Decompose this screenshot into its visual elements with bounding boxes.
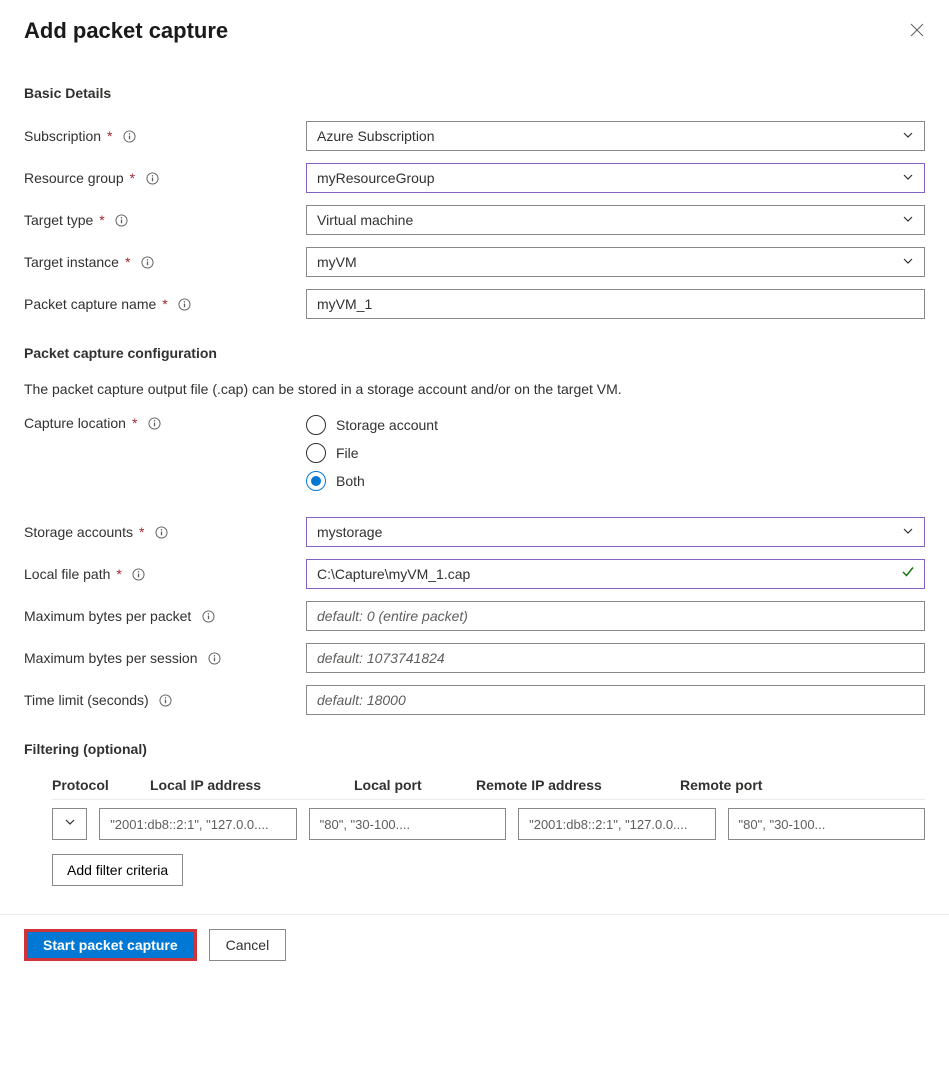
local-ip-input[interactable]: [99, 808, 296, 840]
label-resource-group: Resource group*: [24, 170, 306, 186]
label-subscription: Subscription*: [24, 128, 306, 144]
required-marker: *: [99, 212, 104, 228]
panel-footer: Start packet capture Cancel: [0, 914, 949, 975]
local-file-path-input[interactable]: [306, 559, 925, 589]
section-basic-details: Basic Details: [24, 85, 925, 101]
section-config: Packet capture configuration: [24, 345, 925, 361]
start-packet-capture-button[interactable]: Start packet capture: [24, 929, 197, 961]
protocol-dropdown[interactable]: [52, 808, 87, 840]
chevron-down-icon: [902, 170, 914, 186]
label-capture-name: Packet capture name*: [24, 296, 306, 312]
label-local-file-path: Local file path*: [24, 566, 306, 582]
radio-both[interactable]: Both: [306, 471, 925, 491]
label-target-type: Target type*: [24, 212, 306, 228]
chevron-down-icon: [902, 524, 914, 540]
local-port-input[interactable]: [309, 808, 506, 840]
remote-port-input[interactable]: [728, 808, 925, 840]
radio-icon: [306, 443, 326, 463]
chevron-down-icon: [902, 212, 914, 228]
header-remote-port: Remote port: [680, 777, 792, 799]
resource-group-dropdown[interactable]: myResourceGroup: [306, 163, 925, 193]
label-max-bytes-packet: Maximum bytes per packet: [24, 608, 306, 624]
info-icon[interactable]: [145, 171, 159, 185]
info-icon[interactable]: [123, 129, 137, 143]
filter-section: Protocol Local IP address Local port Rem…: [52, 777, 925, 886]
info-icon[interactable]: [208, 651, 222, 665]
required-marker: *: [107, 128, 112, 144]
label-target-instance: Target instance*: [24, 254, 306, 270]
label-time-limit: Time limit (seconds): [24, 692, 306, 708]
header-remote-ip: Remote IP address: [476, 777, 668, 799]
info-icon[interactable]: [154, 525, 168, 539]
header-protocol: Protocol: [52, 777, 138, 799]
config-description: The packet capture output file (.cap) ca…: [24, 381, 925, 397]
radio-file[interactable]: File: [306, 443, 925, 463]
required-marker: *: [162, 296, 167, 312]
check-icon: [901, 565, 915, 584]
info-icon[interactable]: [201, 609, 215, 623]
label-capture-location: Capture location*: [24, 415, 306, 431]
capture-location-radio-group: Storage account File Both: [306, 415, 925, 491]
time-limit-input[interactable]: [306, 685, 925, 715]
panel-header: Add packet capture: [24, 18, 925, 45]
panel-title: Add packet capture: [24, 18, 228, 44]
label-storage-accounts: Storage accounts*: [24, 524, 306, 540]
section-filtering: Filtering (optional): [24, 741, 925, 757]
required-marker: *: [139, 524, 144, 540]
max-bytes-packet-input[interactable]: [306, 601, 925, 631]
info-icon[interactable]: [132, 567, 146, 581]
header-local-port: Local port: [354, 777, 464, 799]
radio-icon: [306, 415, 326, 435]
required-marker: *: [125, 254, 130, 270]
target-instance-dropdown[interactable]: myVM: [306, 247, 925, 277]
chevron-down-icon: [902, 128, 914, 144]
storage-accounts-dropdown[interactable]: mystorage: [306, 517, 925, 547]
cancel-button[interactable]: Cancel: [209, 929, 287, 961]
close-button[interactable]: [905, 18, 929, 45]
label-max-bytes-session: Maximum bytes per session: [24, 650, 306, 666]
capture-name-input[interactable]: [306, 289, 925, 319]
close-icon: [909, 26, 925, 41]
radio-icon: [306, 471, 326, 491]
filter-header: Protocol Local IP address Local port Rem…: [52, 777, 925, 800]
filter-row: [52, 808, 925, 840]
info-icon[interactable]: [178, 297, 192, 311]
required-marker: *: [132, 415, 137, 431]
remote-ip-input[interactable]: [518, 808, 715, 840]
subscription-dropdown[interactable]: Azure Subscription: [306, 121, 925, 151]
required-marker: *: [116, 566, 121, 582]
chevron-down-icon: [64, 815, 76, 833]
header-local-ip: Local IP address: [150, 777, 342, 799]
chevron-down-icon: [902, 254, 914, 270]
max-bytes-session-input[interactable]: [306, 643, 925, 673]
info-icon[interactable]: [147, 416, 161, 430]
radio-storage-account[interactable]: Storage account: [306, 415, 925, 435]
add-filter-button[interactable]: Add filter criteria: [52, 854, 183, 886]
required-marker: *: [130, 170, 135, 186]
info-icon[interactable]: [140, 255, 154, 269]
info-icon[interactable]: [159, 693, 173, 707]
target-type-dropdown[interactable]: Virtual machine: [306, 205, 925, 235]
info-icon[interactable]: [115, 213, 129, 227]
